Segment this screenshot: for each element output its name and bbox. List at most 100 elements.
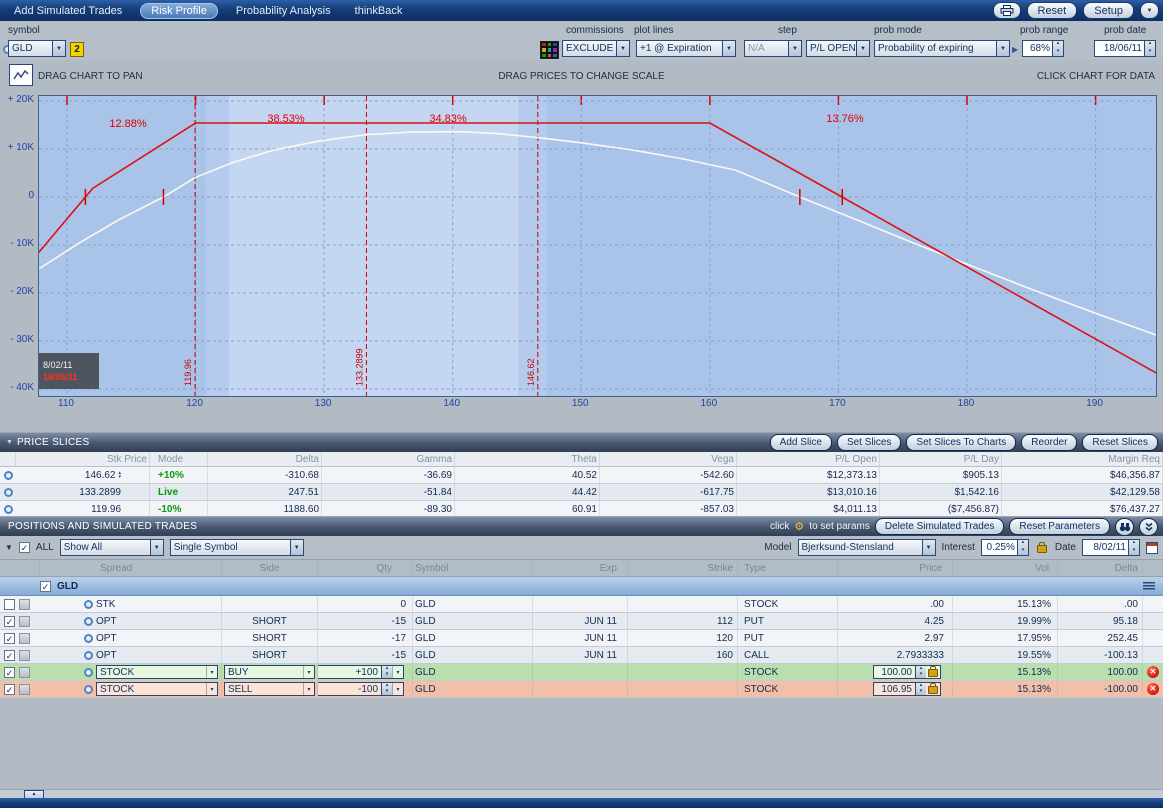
row-flag-box[interactable] bbox=[19, 667, 30, 678]
watch-button[interactable] bbox=[1115, 518, 1134, 536]
row-select-cell: ✓ bbox=[0, 647, 40, 663]
prob-range-label: prob range bbox=[1020, 25, 1068, 36]
row-checkbox[interactable] bbox=[4, 599, 15, 610]
row-flag-box[interactable] bbox=[19, 684, 30, 695]
link-bullet-icon[interactable] bbox=[84, 685, 93, 694]
spread-editor[interactable]: STOCK▾ bbox=[96, 682, 218, 696]
row-flag-box[interactable] bbox=[19, 599, 30, 610]
collapse-section-button[interactable] bbox=[1139, 518, 1158, 536]
row-options-icon[interactable] bbox=[1143, 582, 1155, 591]
row-checkbox[interactable]: ✓ bbox=[4, 616, 15, 627]
quantity-editor[interactable]: +100▴▾▾ bbox=[318, 665, 404, 679]
cell-type: CALL bbox=[738, 647, 838, 663]
all-checkbox[interactable]: ✓ bbox=[19, 542, 30, 553]
step-combo[interactable]: N/A▼ bbox=[744, 40, 802, 57]
model-combo[interactable]: Bjerksund-Stensland ▼ bbox=[798, 539, 936, 556]
vol-value: 19.99% bbox=[1017, 616, 1051, 627]
symbol-combo[interactable]: GLD▼ bbox=[8, 40, 66, 57]
link-bullet-icon[interactable] bbox=[84, 600, 93, 609]
spinner-control[interactable]: ▴▾ bbox=[1017, 540, 1028, 555]
prob-range-spinner[interactable]: 68%▴▾ bbox=[1022, 40, 1064, 57]
link-bullet-icon[interactable] bbox=[84, 617, 93, 626]
price-editor[interactable]: 100.00▴▾ bbox=[873, 665, 941, 679]
tab-thinkback[interactable]: thinkBack bbox=[349, 3, 409, 19]
reset-button[interactable]: Reset bbox=[1027, 2, 1078, 19]
pl-mode-combo[interactable]: P/L OPEN▼ bbox=[806, 40, 870, 57]
spread-editor-value: STOCK bbox=[97, 666, 206, 678]
delete-trade-icon[interactable]: ✕ bbox=[1147, 666, 1159, 678]
symbol-count-badge[interactable]: 2 bbox=[70, 42, 84, 57]
setup-menu-button[interactable]: ▼ bbox=[1140, 2, 1159, 19]
reorder-button[interactable]: Reorder bbox=[1021, 434, 1077, 451]
slice-price-spinner[interactable]: ▴▾ bbox=[118, 471, 121, 480]
reset-parameters-button[interactable]: Reset Parameters bbox=[1009, 518, 1110, 535]
row-select-cell: ✓ bbox=[0, 613, 40, 629]
quantity-editor[interactable]: -100▴▾▾ bbox=[318, 682, 404, 696]
tab-risk-profile[interactable]: Risk Profile bbox=[140, 3, 218, 19]
show-all-combo[interactable]: Show All ▼ bbox=[60, 539, 164, 556]
cell-vol: 15.13% bbox=[953, 596, 1058, 612]
calendar-icon[interactable] bbox=[1146, 542, 1158, 554]
set-slices-to-charts-button[interactable]: Set Slices To Charts bbox=[906, 434, 1016, 451]
single-symbol-combo[interactable]: Single Symbol ▼ bbox=[170, 539, 304, 556]
setup-button[interactable]: Setup bbox=[1083, 2, 1134, 19]
plot-lines-combo[interactable]: +1 @ Expiration▼ bbox=[636, 40, 736, 57]
color-grid-icon[interactable] bbox=[540, 41, 559, 59]
y-axis-label: - 10K bbox=[0, 238, 34, 249]
spinner-control[interactable]: ▴▾ bbox=[381, 683, 392, 695]
dropdown-arrow-icon: ▾ bbox=[392, 666, 403, 678]
link-bullet-icon[interactable] bbox=[84, 634, 93, 643]
risk-chart[interactable]: 119.96133.2899146.6212.88%38.53%34.83%13… bbox=[38, 95, 1157, 397]
spinner-control[interactable]: ▴▾ bbox=[381, 666, 392, 678]
tab-add-simulated-trades[interactable]: Add Simulated Trades bbox=[8, 3, 128, 19]
set-params-gear-icon[interactable]: ⚙ bbox=[794, 522, 804, 532]
prob-mode-combo[interactable]: Probability of expiring▼ bbox=[874, 40, 1010, 57]
side-editor[interactable]: BUY▾ bbox=[224, 665, 315, 679]
print-button[interactable] bbox=[993, 2, 1021, 19]
delete-trade-icon[interactable]: ✕ bbox=[1147, 683, 1159, 695]
type-value: CALL bbox=[744, 650, 769, 661]
interest-spinner[interactable]: 0.25% ▴▾ bbox=[981, 539, 1029, 556]
spinner-control[interactable]: ▴▾ bbox=[915, 683, 926, 695]
section-collapse-icon[interactable]: ▼ bbox=[6, 439, 13, 446]
row-flag-box[interactable] bbox=[19, 633, 30, 644]
theta-value: 60.91 bbox=[572, 504, 597, 515]
cell-pl-day: $905.13 bbox=[880, 467, 1002, 483]
column-header-qty: Qty bbox=[318, 560, 413, 576]
spinner-control[interactable]: ▴▾ bbox=[1052, 41, 1063, 56]
commissions-combo[interactable]: EXCLUDE▼ bbox=[562, 40, 630, 57]
spinner-control[interactable]: ▴▾ bbox=[915, 666, 926, 678]
expand-arrow-icon[interactable]: ▶ bbox=[1012, 45, 1018, 54]
collapse-triangle-icon[interactable]: ▼ bbox=[5, 543, 13, 552]
dropdown-arrow-icon: ▼ bbox=[922, 540, 935, 555]
add-slice-button[interactable]: Add Slice bbox=[770, 434, 832, 451]
link-bullet-icon[interactable] bbox=[4, 505, 13, 514]
row-checkbox[interactable]: ✓ bbox=[4, 633, 15, 644]
row-checkbox[interactable]: ✓ bbox=[4, 684, 15, 695]
set-slices-button[interactable]: Set Slices bbox=[837, 434, 901, 451]
row-flag-box[interactable] bbox=[19, 616, 30, 627]
row-checkbox[interactable]: ✓ bbox=[4, 650, 15, 661]
pan-tool-button[interactable] bbox=[9, 64, 33, 86]
spinner-control[interactable]: ▴▾ bbox=[1144, 41, 1155, 56]
link-bullet-icon[interactable] bbox=[84, 651, 93, 660]
row-flag-box[interactable] bbox=[19, 650, 30, 661]
price-editor[interactable]: 106.95▴▾ bbox=[873, 682, 941, 696]
reset-slices-button[interactable]: Reset Slices bbox=[1082, 434, 1158, 451]
cell-type: STOCK bbox=[738, 664, 838, 680]
column-header-delta: Delta bbox=[208, 452, 322, 466]
group-checkbox[interactable]: ✓ bbox=[40, 581, 51, 592]
y-axis-label: + 10K bbox=[0, 142, 34, 153]
date-spinner[interactable]: 8/02/11 ▴▾ bbox=[1082, 539, 1140, 556]
delete-simulated-trades-button[interactable]: Delete Simulated Trades bbox=[875, 518, 1005, 535]
prob-date-spinner[interactable]: 18/06/11▴▾ bbox=[1094, 40, 1156, 57]
link-bullet-icon[interactable] bbox=[4, 471, 13, 480]
row-checkbox[interactable]: ✓ bbox=[4, 667, 15, 678]
interest-lock-icon[interactable] bbox=[1037, 545, 1047, 553]
spinner-control[interactable]: ▴▾ bbox=[1128, 540, 1139, 555]
tab-probability-analysis[interactable]: Probability Analysis bbox=[230, 3, 337, 19]
link-bullet-icon[interactable] bbox=[4, 488, 13, 497]
side-editor[interactable]: SELL▾ bbox=[224, 682, 315, 696]
link-bullet-icon[interactable] bbox=[84, 668, 93, 677]
spread-editor[interactable]: STOCK▾ bbox=[96, 665, 218, 679]
